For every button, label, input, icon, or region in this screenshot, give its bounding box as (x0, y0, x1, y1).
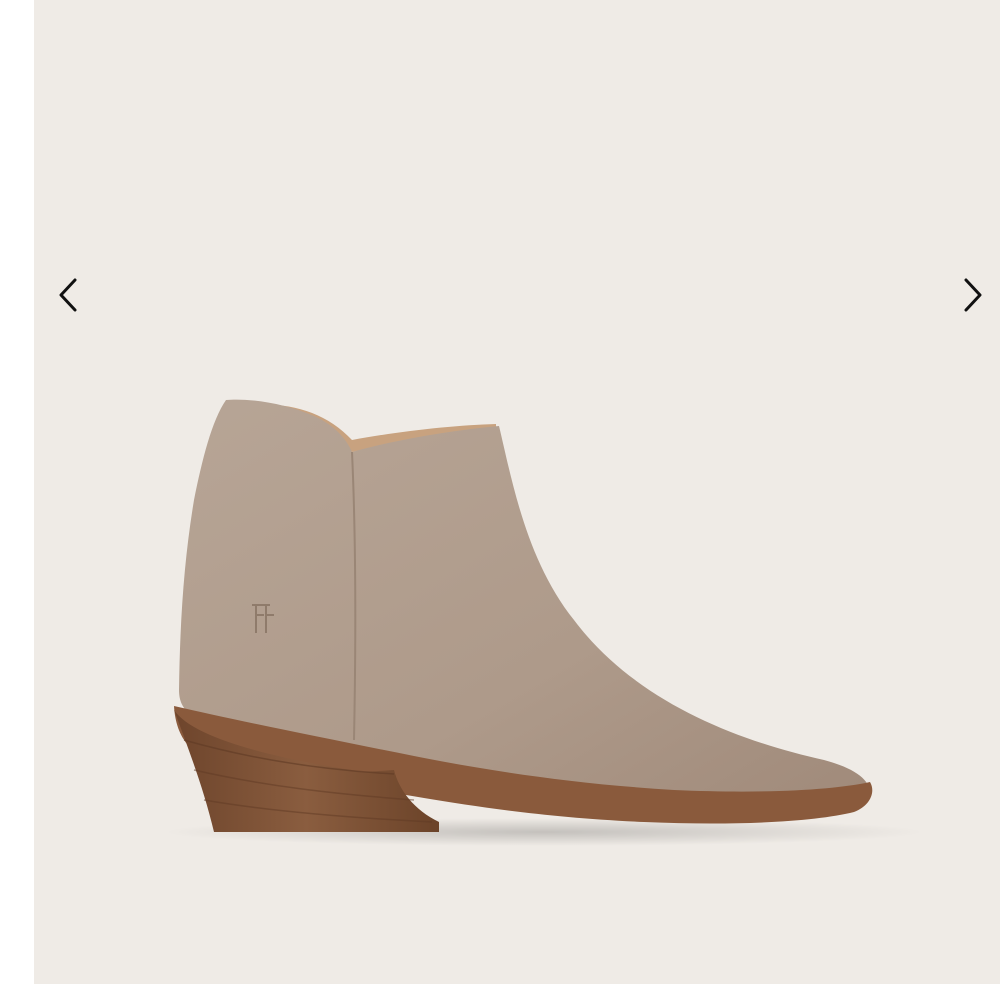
product-image-gallery (0, 0, 1000, 1000)
next-image-button[interactable] (951, 265, 995, 325)
previous-image-button[interactable] (46, 265, 90, 325)
chevron-left-icon (59, 278, 77, 312)
chevron-right-icon (964, 278, 982, 312)
image-stage (34, 0, 1000, 984)
product-image (164, 399, 924, 846)
